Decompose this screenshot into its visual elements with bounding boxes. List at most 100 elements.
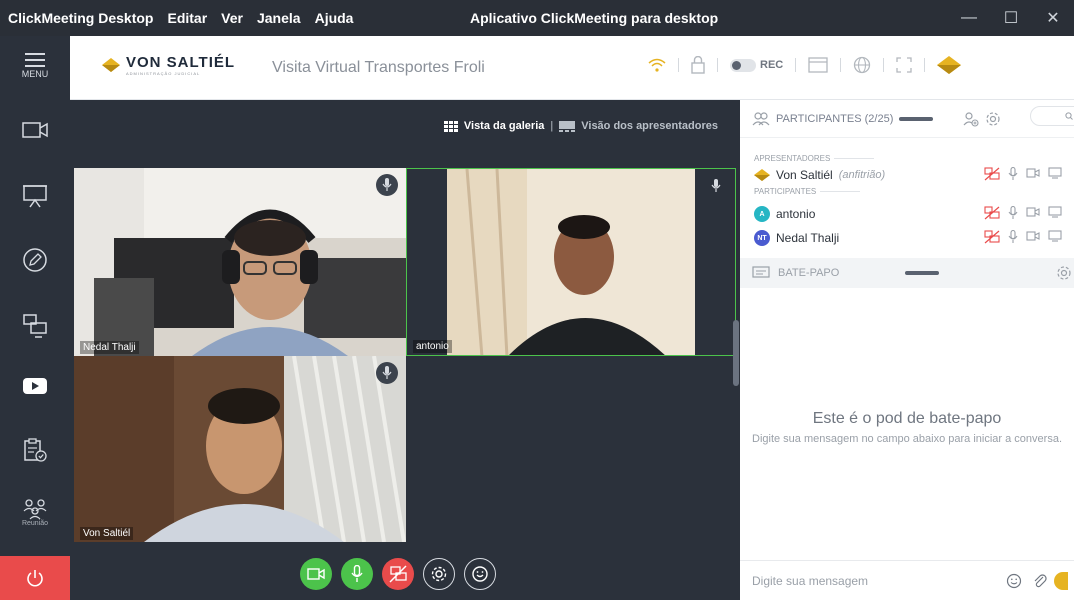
screen-share-off-icon <box>389 565 407 583</box>
chat-header: BATE-PAPO <box>740 258 1074 288</box>
send-button[interactable] <box>1054 571 1068 590</box>
leave-button[interactable] <box>0 556 70 600</box>
monitor-icon[interactable] <box>1048 167 1062 179</box>
search-icon <box>1065 112 1073 120</box>
participant-controls <box>984 230 1062 244</box>
emoji-icon[interactable] <box>1006 573 1022 589</box>
minimize-button[interactable]: — <box>948 0 990 36</box>
presentation-rail-button[interactable] <box>0 166 70 226</box>
view-switcher: Vista da galeria | Visão dos apresentado… <box>443 120 718 132</box>
screen-share-off-icon[interactable] <box>984 230 1000 244</box>
host-diamond-icon <box>754 169 770 181</box>
microphone-icon[interactable] <box>1008 167 1018 181</box>
gallery-view-tab[interactable]: Vista da galeria <box>464 120 545 132</box>
participant-search[interactable] <box>1030 106 1074 126</box>
presentation-icon <box>23 185 47 208</box>
avatar: A <box>754 206 770 222</box>
monitor-icon[interactable] <box>1048 206 1062 218</box>
chat-empty-state: Este é o pod de bate-papo Digite sua men… <box>740 410 1074 447</box>
screen-share-icon <box>23 314 47 338</box>
meeting-rail-button[interactable]: Reunião <box>0 482 70 542</box>
pencil-circle-icon <box>23 248 47 272</box>
video-tile-antonio[interactable]: antonio <box>406 168 736 356</box>
attachment-icon[interactable] <box>1032 573 1048 589</box>
participant-row-host[interactable]: Von Saltiél (anfitrião) <box>740 163 1074 187</box>
avatar: NT <box>754 230 770 246</box>
monitor-icon[interactable] <box>1048 230 1062 242</box>
panel-resize-handle[interactable] <box>733 320 739 386</box>
collapse-handle[interactable] <box>905 271 940 275</box>
separator <box>717 58 718 72</box>
layout-icon[interactable] <box>808 57 828 73</box>
logo-subtitle: ADMINISTRAÇÃO JUDICIAL <box>126 71 201 76</box>
fullscreen-icon[interactable] <box>896 57 912 73</box>
menu-button[interactable]: MENU <box>0 36 70 96</box>
participant-row-antonio[interactable]: A antonio <box>740 202 1074 226</box>
video-feed <box>447 169 695 355</box>
brand-badge-icon <box>937 56 962 74</box>
menu-app[interactable]: ClickMeeting Desktop <box>8 10 153 26</box>
presenters-section-label: APRESENTADORES <box>740 154 1074 163</box>
video-tile-nedal[interactable]: Nedal Thalji <box>74 168 406 356</box>
camera-rail-button[interactable] <box>0 100 70 160</box>
close-button[interactable]: ✕ <box>1032 0 1074 36</box>
poll-rail-button[interactable] <box>0 420 70 480</box>
screen-share-off-icon[interactable] <box>984 206 1000 220</box>
menu-view[interactable]: Ver <box>221 10 243 26</box>
add-user-icon[interactable] <box>963 111 979 127</box>
screen-share-rail-button[interactable] <box>0 296 70 356</box>
participant-row-nedal[interactable]: NT Nedal Thalji <box>740 226 1074 250</box>
screen-share-off-icon[interactable] <box>984 167 1000 181</box>
participant-role: (anfitrião) <box>838 169 886 181</box>
microphone-icon[interactable] <box>1008 206 1018 220</box>
chat-empty-text: Digite sua mensagem no campo abaixo para… <box>752 433 1062 445</box>
window-controls: — ☐ ✕ <box>948 0 1074 36</box>
rec-switch[interactable] <box>730 58 756 72</box>
chat-message-input[interactable] <box>752 573 982 588</box>
mic-toggle-button[interactable] <box>341 558 373 590</box>
reactions-button[interactable] <box>464 558 496 590</box>
camera-icon[interactable] <box>1026 167 1040 179</box>
brand-logo: VON SALTIÉL ADMINISTRAÇÃO JUDICIAL <box>102 54 235 76</box>
wifi-icon <box>648 58 666 72</box>
screen-share-toggle-button[interactable] <box>382 558 414 590</box>
tile-name: Von Saltiél <box>80 527 134 540</box>
gear-icon <box>431 566 447 582</box>
camera-icon[interactable] <box>1026 206 1040 218</box>
separator <box>795 58 797 72</box>
tile-name: Nedal Thalji <box>80 341 139 354</box>
meeting-header: VON SALTIÉL ADMINISTRAÇÃO JUDICIAL Visit… <box>70 36 1074 100</box>
rec-toggle[interactable]: REC <box>730 58 783 72</box>
camera-toggle-button[interactable] <box>300 558 332 590</box>
tile-name: antonio <box>413 340 452 353</box>
menu-help[interactable]: Ajuda <box>315 10 354 26</box>
side-panel: PARTICIPANTES (2/25) APRESENTADORES Von … <box>740 100 1074 600</box>
presenter-view-tab[interactable]: Visão dos apresentadores <box>581 120 718 132</box>
gear-icon[interactable] <box>985 111 1001 127</box>
avatar-initials: A <box>759 210 765 218</box>
camera-icon[interactable] <box>1026 230 1040 242</box>
gear-icon[interactable] <box>1056 265 1072 281</box>
settings-button[interactable] <box>423 558 455 590</box>
microphone-icon <box>382 178 392 191</box>
lock-icon[interactable] <box>691 56 705 74</box>
video-tile-von-saltiel[interactable]: Von Saltiél <box>74 356 406 542</box>
tile-mic-indicator <box>705 175 727 197</box>
youtube-icon <box>23 378 47 394</box>
youtube-rail-button[interactable] <box>0 356 70 416</box>
maximize-button[interactable]: ☐ <box>990 0 1032 36</box>
title-bar: ClickMeeting Desktop Editar Ver Janela A… <box>0 0 1074 36</box>
whiteboard-rail-button[interactable] <box>0 230 70 290</box>
menu-edit[interactable]: Editar <box>167 10 207 26</box>
microphone-icon <box>711 179 721 192</box>
participant-name: Nedal Thalji <box>776 231 840 245</box>
header-toolbar: REC <box>648 56 962 74</box>
separator <box>678 58 679 72</box>
menu-label: MENU <box>21 69 49 79</box>
section-label-text: APRESENTADORES <box>754 154 831 163</box>
collapse-handle[interactable] <box>899 116 934 121</box>
microphone-icon[interactable] <box>1008 230 1018 244</box>
globe-icon[interactable] <box>853 56 871 74</box>
menu-window[interactable]: Janela <box>257 10 301 26</box>
presenter-view-icon <box>559 120 576 132</box>
